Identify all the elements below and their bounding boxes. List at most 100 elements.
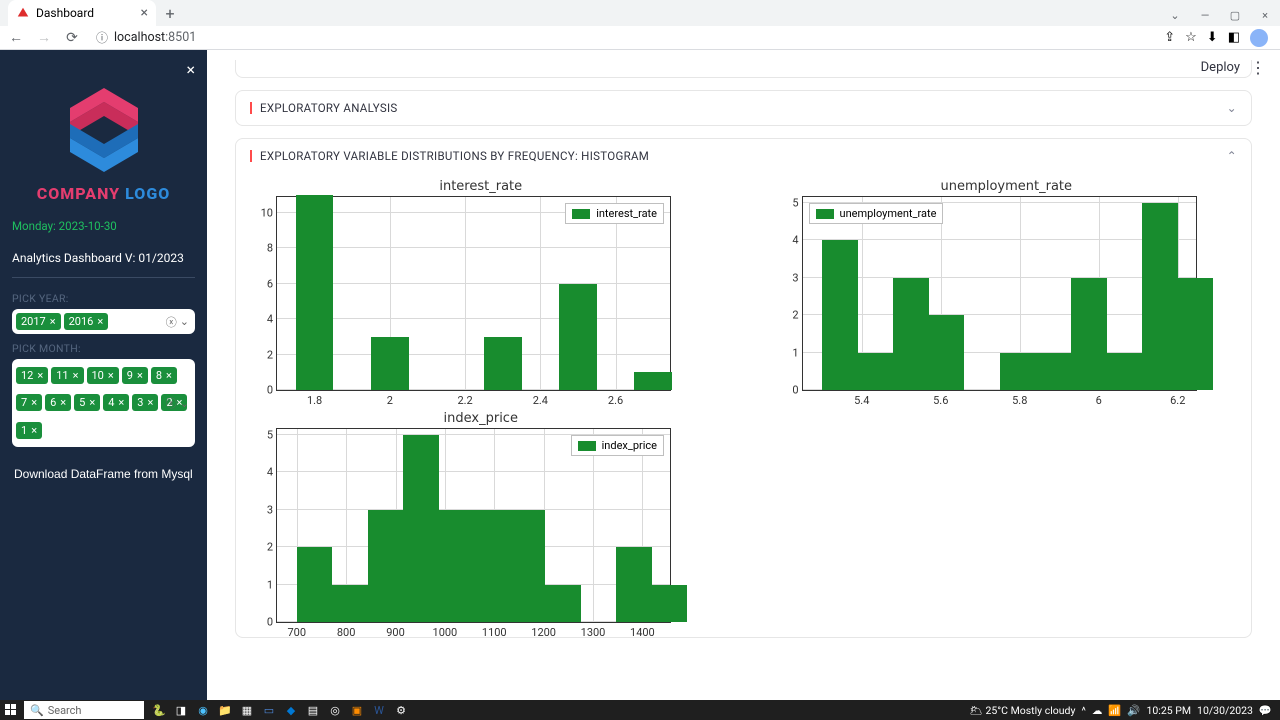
forward-icon[interactable]: → xyxy=(34,28,54,48)
year-multiselect[interactable]: 2017 ×2016 × ⓧ⌄ xyxy=(12,309,195,334)
app-icon[interactable]: ⚙ xyxy=(392,701,410,719)
histogram-bar xyxy=(297,547,333,622)
download-dataframe-button[interactable]: Download DataFrame from Mysql xyxy=(12,461,195,487)
maximize-icon[interactable]: ▢ xyxy=(1220,4,1250,26)
month-caret-icon[interactable]: ⌄ xyxy=(180,397,189,410)
chevron-down-icon: ⌄ xyxy=(1227,101,1237,115)
month-tag[interactable]: 3 × xyxy=(132,394,158,411)
windows-icon xyxy=(5,704,17,716)
app-icon[interactable]: ◎ xyxy=(326,701,344,719)
x-tick: 2.2 xyxy=(457,390,472,407)
reload-icon[interactable]: ⟳ xyxy=(62,28,82,48)
window-dropdown-icon[interactable]: ⌄ xyxy=(1160,4,1190,26)
tag-remove-icon[interactable]: × xyxy=(50,315,56,328)
tag-remove-icon[interactable]: × xyxy=(147,396,153,409)
download-icon[interactable]: ⬇ xyxy=(1207,30,1218,45)
year-caret-icon[interactable]: ⌄ xyxy=(180,315,189,328)
app-icon[interactable]: ▭ xyxy=(260,701,278,719)
month-tag[interactable]: 11 × xyxy=(51,367,83,384)
start-button[interactable] xyxy=(0,700,22,720)
pick-year-label: PICK YEAR: xyxy=(12,292,195,305)
tray-chevron-icon[interactable]: ^ xyxy=(1081,704,1085,717)
deploy-button[interactable]: Deploy xyxy=(1201,60,1240,75)
taskbar-search[interactable]: 🔍 Search xyxy=(24,701,144,719)
extensions-icon[interactable]: ◧ xyxy=(1228,30,1240,45)
app-icon[interactable]: ▦ xyxy=(238,701,256,719)
year-tag[interactable]: 2016 × xyxy=(64,313,109,330)
month-tag[interactable]: 7 × xyxy=(16,394,42,411)
tag-remove-icon[interactable]: × xyxy=(31,424,37,437)
clear-years-icon[interactable]: ⓧ xyxy=(166,314,177,330)
tag-remove-icon[interactable]: × xyxy=(108,369,114,382)
notifications-icon[interactable]: 💬 xyxy=(1259,704,1272,717)
bookmark-icon[interactable]: ☆ xyxy=(1185,30,1197,45)
url-input[interactable]: ⓘ localhost:8501 xyxy=(90,29,1156,46)
app-icon[interactable]: ◨ xyxy=(172,701,190,719)
tag-remove-icon[interactable]: × xyxy=(137,369,143,382)
x-tick: 1100 xyxy=(482,622,507,639)
app-icon[interactable]: ◉ xyxy=(194,701,212,719)
app-menu-icon[interactable]: ⋮ xyxy=(1250,58,1266,77)
y-tick: 2 xyxy=(792,309,802,322)
expander-header[interactable]: EXPLORATORY ANALYSIS ⌄ xyxy=(236,91,1251,125)
expander-exploratory-analysis: EXPLORATORY ANALYSIS ⌄ xyxy=(235,90,1252,126)
back-icon[interactable]: ← xyxy=(6,28,26,48)
app-icon[interactable]: 📁 xyxy=(216,701,234,719)
tag-remove-icon[interactable]: × xyxy=(37,369,43,382)
sidebar-close-icon[interactable]: × xyxy=(186,60,195,79)
month-tag[interactable]: 8 × xyxy=(151,367,177,384)
browser-right-icons: ⇪ ☆ ⬇ ◧ xyxy=(1164,29,1274,47)
clear-months-icon[interactable]: ⓧ xyxy=(166,395,177,411)
cloud-icon[interactable]: ☁ xyxy=(1092,704,1103,717)
app-icon[interactable]: 🐍 xyxy=(150,701,168,719)
site-info-icon[interactable]: ⓘ xyxy=(96,29,108,46)
share-icon[interactable]: ⇪ xyxy=(1164,30,1175,45)
tag-remove-icon[interactable]: × xyxy=(31,396,37,409)
wifi-icon[interactable]: 📶 xyxy=(1108,704,1121,717)
new-tab-button[interactable]: + xyxy=(156,0,184,26)
accent-bar-icon xyxy=(250,150,252,162)
tag-remove-icon[interactable]: × xyxy=(73,369,79,382)
tag-remove-icon[interactable]: × xyxy=(97,315,103,328)
x-tick: 2 xyxy=(387,390,393,407)
date[interactable]: 10/30/2023 xyxy=(1197,704,1253,717)
month-tag[interactable]: 12 × xyxy=(16,367,48,384)
streamlit-favicon xyxy=(16,6,30,20)
tag-remove-icon[interactable]: × xyxy=(166,369,172,382)
histogram-bar xyxy=(474,510,510,623)
histogram-bar xyxy=(484,337,522,390)
chart-title: unemployment_rate xyxy=(774,179,1240,194)
histogram-bar xyxy=(929,315,965,390)
chart-title: interest_rate xyxy=(248,179,714,194)
tag-remove-icon[interactable]: × xyxy=(118,396,124,409)
plot-area: 70080090010001100120013001400012345index… xyxy=(276,428,671,623)
month-tag[interactable]: 1 × xyxy=(16,422,42,439)
close-icon[interactable]: × xyxy=(1250,4,1280,26)
tag-remove-icon[interactable]: × xyxy=(60,396,66,409)
expander-header[interactable]: EXPLORATORY VARIABLE DISTRIBUTIONS BY FR… xyxy=(236,139,1251,173)
month-tag[interactable]: 9 × xyxy=(122,367,148,384)
y-tick: 2 xyxy=(267,348,277,361)
histogram-bar xyxy=(332,585,368,623)
tab-close-icon[interactable]: × xyxy=(141,5,148,21)
windows-taskbar: 🔍 Search 🐍 ◨ ◉ 📁 ▦ ▭ ◆ ▤ ◎ ▣ W ⚙ 🌥 25°C … xyxy=(0,700,1280,720)
month-multiselect[interactable]: 12 ×11 ×10 ×9 ×8 ×7 ×6 ×5 ×4 ×3 ×2 ×1 ×ⓧ… xyxy=(12,359,195,447)
month-tag[interactable]: 5 × xyxy=(74,394,100,411)
search-icon: 🔍 xyxy=(30,704,44,717)
app-icon[interactable]: W xyxy=(370,701,388,719)
minimize-icon[interactable]: — xyxy=(1190,4,1220,26)
app-icon[interactable]: ▤ xyxy=(304,701,322,719)
month-tag[interactable]: 10 × xyxy=(87,367,119,384)
month-tag[interactable]: 6 × xyxy=(45,394,71,411)
tag-remove-icon[interactable]: × xyxy=(89,396,95,409)
weather-widget[interactable]: 🌥 25°C Mostly cloudy xyxy=(970,704,1076,717)
volume-icon[interactable]: 🔊 xyxy=(1127,704,1140,717)
profile-avatar[interactable] xyxy=(1250,29,1268,47)
chart-legend: interest_rate xyxy=(565,203,664,224)
browser-tab[interactable]: Dashboard × xyxy=(8,0,156,26)
app-icon[interactable]: ▣ xyxy=(348,701,366,719)
year-tag[interactable]: 2017 × xyxy=(16,313,61,330)
clock[interactable]: 10:25 PM xyxy=(1147,704,1192,717)
app-icon[interactable]: ◆ xyxy=(282,701,300,719)
month-tag[interactable]: 4 × xyxy=(103,394,129,411)
